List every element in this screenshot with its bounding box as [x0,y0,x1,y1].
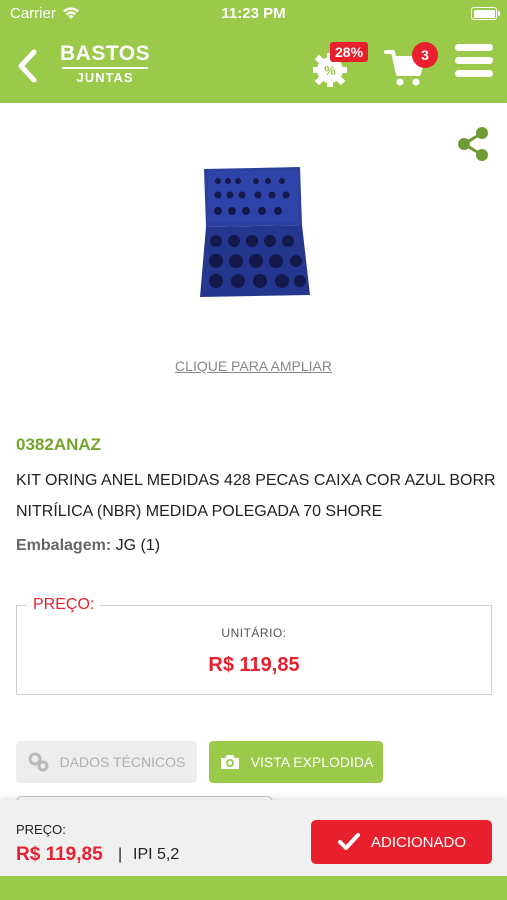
price-legend: PREÇO: [27,596,101,614]
bottom-bar [0,876,507,900]
camera-icon [220,755,239,769]
share-icon[interactable] [455,125,491,163]
technical-data-button[interactable]: DADOS TÉCNICOS [16,741,197,783]
price-box: PREÇO: UNITÁRIO: R$ 119,85 [16,596,492,695]
add-to-cart-button[interactable]: ADICIONADO [311,820,492,864]
checkmark-icon [337,833,360,850]
exploded-view-label: VISTA EXPLODIDA [250,754,374,770]
logo-rule [62,67,148,69]
svg-text:%: % [324,63,336,78]
product-details: 0382ANAZ KIT ORING ANEL MEDIDAS 428 PECA… [0,403,507,806]
status-bar: Carrier 11:23 PM [0,0,507,28]
clock: 11:23 PM [221,5,286,22]
back-chevron-icon[interactable] [12,46,42,86]
enlarge-link[interactable]: CLIQUE PARA AMPLIAR [0,358,507,374]
logo-line2: JUNTAS [76,70,134,85]
technical-data-label: DADOS TÉCNICOS [59,754,186,770]
footer-price-value: R$ 119,85 [16,844,103,865]
footer-separator: | [118,846,123,863]
battery-icon [471,7,500,20]
packaging-value: JG (1) [115,537,161,554]
packaging-info: Embalagem: JG (1) [16,537,160,555]
footer-price-label: PREÇO: [16,822,66,837]
brand-logo[interactable]: BASTOS JUNTAS [60,42,150,90]
packaging-label: Embalagem: [16,537,112,554]
purchase-footer: PREÇO: R$ 119,85 | IPI 5,2 ADICIONADO [0,800,507,876]
cart-button[interactable]: 3 [384,40,444,90]
product-image-card: CLIQUE PARA AMPLIAR [0,103,507,403]
exploded-view-button[interactable]: VISTA EXPLODIDA [209,741,383,783]
ipi-value: IPI 5,2 [133,846,180,863]
menu-icon[interactable] [455,44,493,84]
product-image[interactable] [196,165,312,299]
gears-icon [28,752,49,772]
unit-price: R$ 119,85 [208,654,300,676]
promotions-button[interactable]: % 28% [310,42,370,88]
product-code: 0382ANAZ [16,435,102,454]
promo-badge: 28% [330,42,369,62]
logo-line1: BASTOS [60,42,151,65]
unit-label: UNITÁRIO: [221,626,287,640]
add-button-label: ADICIONADO [370,833,466,851]
nav-bar: BASTOS JUNTAS % 28% 3 [0,28,507,103]
cart-count-badge: 3 [412,42,438,68]
product-title: KIT ORING ANEL MEDIDAS 428 PECAS CAIXA C… [16,472,496,520]
